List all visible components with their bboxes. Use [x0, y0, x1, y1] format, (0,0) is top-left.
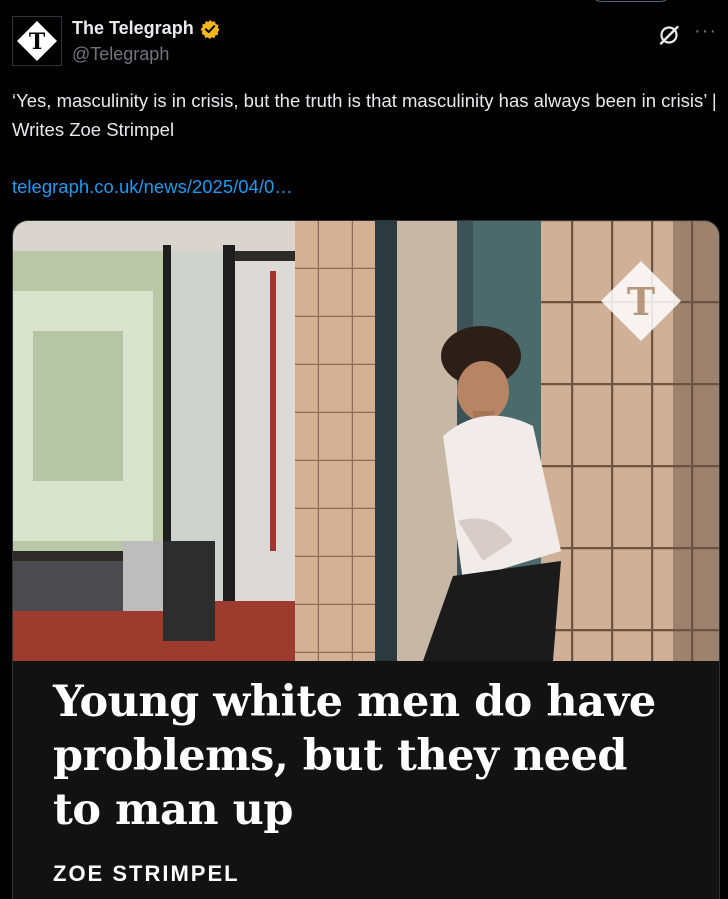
tweet-text: ‘Yes, masculinity is in crisis, but the …	[12, 90, 717, 140]
card-byline: ZOE STRIMPEL	[53, 861, 240, 886]
card-image: T	[13, 221, 719, 661]
grok-icon	[659, 25, 679, 45]
tweet-link[interactable]: telegraph.co.uk/news/2025/04/0…	[12, 176, 293, 198]
more-options-button[interactable]: ···	[694, 21, 717, 41]
telegraph-logo-icon: T	[17, 21, 57, 61]
svg-text:T: T	[627, 279, 655, 324]
avatar[interactable]: T	[12, 16, 62, 66]
svg-text:T: T	[29, 29, 46, 55]
link-card[interactable]: T Young white men do have problems, but …	[12, 220, 720, 899]
top-pill[interactable]	[590, 0, 672, 2]
tweet: T The Telegraph @Telegraph ··· ‘Yes, mas…	[0, 0, 728, 899]
handle[interactable]: @Telegraph	[72, 44, 169, 65]
verified-badge-icon[interactable]	[200, 19, 220, 39]
display-name[interactable]: The Telegraph	[72, 18, 194, 39]
name-row: The Telegraph	[72, 18, 220, 39]
card-headline[interactable]: Young white men do have problems, but th…	[53, 675, 673, 837]
grok-button[interactable]	[656, 22, 682, 48]
